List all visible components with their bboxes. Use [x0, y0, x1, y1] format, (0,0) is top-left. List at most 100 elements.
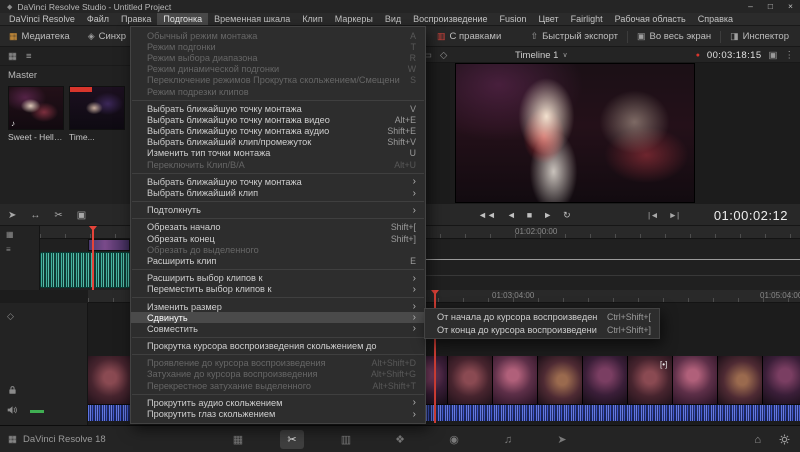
page-fusion-button[interactable]: ❖ [388, 430, 412, 449]
minimize-button[interactable]: – [748, 0, 753, 13]
audio-note-icon: ♪ [11, 119, 15, 128]
track-grid-icon[interactable]: ▦ [6, 230, 39, 239]
menu-item[interactable]: Сдвинуть› [131, 312, 425, 323]
ruler-timecode: 01:05:04:00 [760, 291, 800, 300]
submenu-item[interactable]: От начала до курсора воспроизведенияCtrl… [425, 311, 659, 324]
menu-item[interactable]: Обрезать конецShift+] [131, 233, 425, 244]
page-color-button[interactable]: ◉ [442, 430, 466, 449]
menu-item[interactable]: Расширить клипE [131, 255, 425, 266]
timeline-selector[interactable]: Timeline 1 ∨ [515, 47, 568, 63]
clip-thumbnail[interactable]: ♪ [8, 86, 64, 130]
media-clip[interactable]: Time... [69, 86, 125, 142]
menu-item[interactable]: Прокрутить глаз скольжением› [131, 408, 425, 419]
menu-item[interactable]: Выбрать ближайший клип› [131, 187, 425, 198]
page-cut-button[interactable]: ✂ [280, 430, 304, 449]
timeline-clip-thumbnail[interactable] [718, 356, 763, 404]
trim-tool[interactable]: ↔ [30, 210, 40, 221]
menu-item[interactable]: Выбрать ближайшую точку монтажа видеоAlt… [131, 114, 425, 125]
page-deliver-button[interactable]: ➤ [550, 430, 574, 449]
menu-item[interactable]: Прокрутка курсора воспроизведения скольж… [131, 341, 425, 352]
menubar-item[interactable]: Временная шкала [208, 13, 296, 25]
menubar-item[interactable]: DaVinci Resolve [3, 13, 81, 25]
razor-tool[interactable]: ✂ [54, 210, 62, 221]
menu-item[interactable]: Расширить выбор клипов к› [131, 273, 425, 284]
speaker-icon[interactable] [7, 405, 18, 415]
menu-shortcut: R [410, 53, 416, 63]
timeline-clip-thumbnail[interactable] [88, 356, 133, 404]
menubar-item[interactable]: Fairlight [565, 13, 609, 25]
menubar-item[interactable]: Файл [81, 13, 115, 25]
track-list-icon[interactable]: ≡ [6, 245, 39, 254]
menu-item[interactable]: Подтолкнуть› [131, 205, 425, 216]
menu-item[interactable]: Изменить тип точки монтажаU [131, 148, 425, 159]
lock-icon[interactable] [8, 385, 17, 395]
menu-item[interactable]: Совместить› [131, 323, 425, 334]
menu-item[interactable]: Выбрать ближайший клип/промежутокShift+V [131, 137, 425, 148]
inspector-button[interactable]: ◨ Инспектор [721, 26, 798, 47]
menubar-item[interactable]: Правка [115, 13, 157, 25]
pointer-tool[interactable]: ➤ [8, 210, 16, 221]
quick-export-button[interactable]: ⇧ Быстрый экспорт [522, 26, 627, 47]
submenu-item[interactable]: От конца до курсора воспроизведенияCtrl+… [425, 324, 659, 337]
menubar-item[interactable]: Клип [296, 13, 328, 25]
timeline-clip-thumbnail[interactable] [763, 356, 800, 404]
previous-edit-button[interactable]: |◄ [648, 210, 659, 220]
maximize-button[interactable]: □ [768, 0, 773, 13]
menubar-item[interactable]: Рабочая область [609, 13, 692, 25]
menubar-item[interactable]: Цвет [532, 13, 564, 25]
fullscreen-button[interactable]: ▣ Во весь экран [628, 26, 720, 47]
upper-playhead[interactable] [92, 226, 94, 290]
menu-shortcut: Ctrl+Shift+] [607, 325, 651, 335]
timeline-clip-thumbnail[interactable] [538, 356, 583, 404]
clip-thumbnail[interactable] [69, 86, 125, 130]
viewer-tools-icon[interactable]: ◇ [440, 50, 447, 61]
step-back-button[interactable]: ◄ [507, 210, 516, 220]
timeline-clip-thumbnail[interactable] [448, 356, 493, 404]
clip-transition-indicator[interactable]: [•] [660, 360, 667, 369]
next-edit-button[interactable]: ►| [669, 210, 680, 220]
media-clip[interactable]: ♪ Sweet - Hell Raise... [8, 86, 64, 142]
menubar-item[interactable]: Подгонка [157, 13, 208, 25]
close-button[interactable]: × [788, 0, 793, 13]
menu-item[interactable]: Выбрать ближайшую точку монтажаV [131, 103, 425, 114]
settings-gear-icon[interactable] [779, 434, 790, 445]
menubar-item[interactable]: Вид [379, 13, 407, 25]
timeline-clip-thumbnail[interactable] [673, 356, 718, 404]
resize-viewer-icon[interactable]: ▣ [769, 50, 778, 61]
menu-item[interactable]: Выбрать ближайшую точку монтажа› [131, 176, 425, 187]
menu-item[interactable]: Прокрутить аудио скольжением› [131, 397, 425, 408]
jump-start-button[interactable]: ◄◄ [478, 210, 496, 220]
menu-item[interactable]: Выбрать ближайшую точку монтажа аудиоShi… [131, 126, 425, 137]
timeline-clip-thumbnail[interactable] [493, 356, 538, 404]
grid-view-icon[interactable]: ▦ [8, 51, 17, 62]
viewer-options-icon[interactable]: ⋮ [785, 50, 795, 61]
menu-item[interactable]: Обрезать началоShift+[ [131, 222, 425, 233]
project-manager-home-icon[interactable]: ⌂ [754, 434, 761, 446]
menu-separator [132, 100, 424, 101]
stop-button[interactable]: ■ [527, 210, 532, 220]
menu-item[interactable]: Изменить размер› [131, 301, 425, 312]
viewer-header-left: ▭ ◇ [423, 47, 447, 63]
upper-video-clip[interactable] [88, 239, 130, 251]
menu-shortcut: Alt+Shift+T [372, 381, 416, 391]
snap-tool[interactable]: ▣ [77, 210, 86, 221]
menubar-item[interactable]: Маркеры [329, 13, 379, 25]
edits-view-button[interactable]: ▥ С правками [428, 26, 510, 46]
track-edit-icon[interactable]: ◇ [7, 311, 14, 322]
page-media-button[interactable]: ▦ [226, 430, 250, 449]
menubar-item[interactable]: Воспроизведение [407, 13, 493, 25]
upper-audio-clip[interactable] [40, 252, 130, 288]
menubar-item[interactable]: Fusion [493, 13, 532, 25]
menu-item[interactable]: Переместить выбор клипов к› [131, 284, 425, 295]
timeline-clip-thumbnail[interactable] [583, 356, 628, 404]
loop-button[interactable]: ↻ [563, 210, 571, 221]
page-edit-button[interactable]: ▥ [334, 430, 358, 449]
list-view-icon[interactable]: ≡ [26, 51, 32, 62]
app-version: ▦ DaVinci Resolve 18 [8, 426, 106, 452]
media-pool-toggle-button[interactable]: ▦ Медиатека [0, 26, 79, 46]
menubar-item[interactable]: Справка [692, 13, 739, 25]
page-fairlight-button[interactable]: ♫ [496, 430, 520, 449]
play-button[interactable]: ► [543, 210, 552, 220]
sync-clips-button[interactable]: ◈ Синхр [79, 26, 135, 46]
menu-item: Режим динамической подгонкиW [131, 64, 425, 75]
